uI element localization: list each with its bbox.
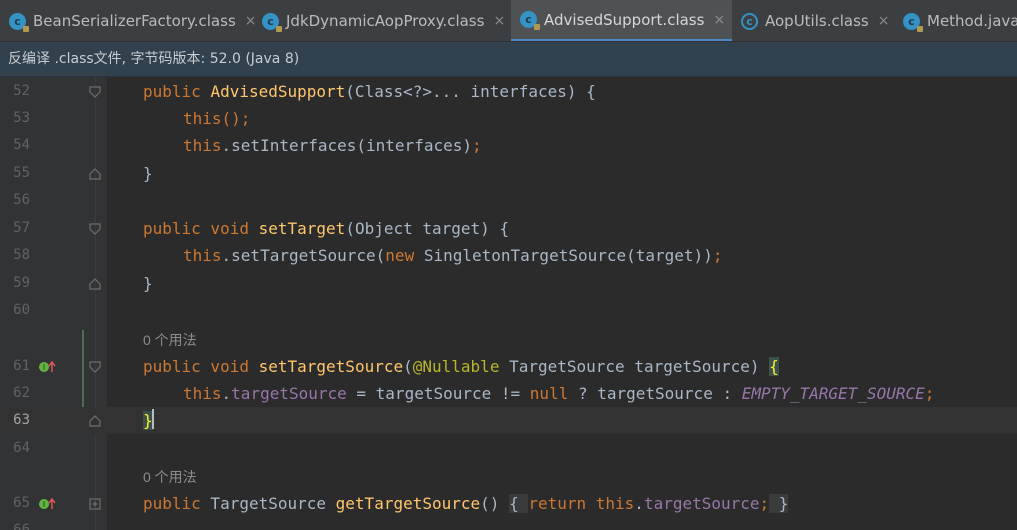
fold-close-icon[interactable] bbox=[89, 278, 101, 290]
code-text: this(); bbox=[183, 109, 251, 128]
code-line: 57 public void setTarget(Object target) … bbox=[0, 215, 1017, 242]
class-icon: c bbox=[520, 11, 540, 30]
close-icon[interactable]: × bbox=[713, 12, 725, 28]
usage-hint[interactable]: 0 个用法 bbox=[143, 467, 197, 487]
code-text: this.targetSource = targetSource != null… bbox=[183, 384, 935, 403]
code-text: this.setInterfaces(interfaces); bbox=[183, 136, 482, 155]
tab-label: BeanSerializerFactory.class bbox=[33, 12, 236, 30]
usage-hint[interactable]: 0 个用法 bbox=[143, 330, 197, 350]
line-number: 64 bbox=[13, 440, 30, 456]
code-line: 66 bbox=[0, 517, 1017, 530]
code-line: 58 this.setTargetSource(new SingletonTar… bbox=[0, 242, 1017, 269]
editor-tab-bar: c BeanSerializerFactory.class × c JdkDyn… bbox=[0, 0, 1017, 42]
banner-text: 反编译 .class文件, 字节码版本: 52.0 (Java 8) bbox=[8, 51, 300, 67]
code-line: 62 this.targetSource = targetSource != n… bbox=[0, 380, 1017, 407]
line-number: 62 bbox=[13, 385, 30, 401]
code-text: public TargetSource getTargetSource() { … bbox=[143, 494, 789, 513]
code-line: 65 I public TargetSource getTargetSource… bbox=[0, 490, 1017, 517]
line-number: 65 bbox=[13, 495, 30, 511]
text-caret bbox=[152, 409, 154, 429]
fold-collapsed-icon[interactable] bbox=[89, 498, 101, 510]
line-number: 54 bbox=[13, 137, 30, 153]
fold-open-icon[interactable] bbox=[89, 86, 101, 98]
line-number: 58 bbox=[13, 247, 30, 263]
code-line: 53 this(); bbox=[0, 105, 1017, 132]
close-icon[interactable]: × bbox=[493, 13, 505, 29]
tab-label: AdvisedSupport.class bbox=[544, 10, 705, 29]
code-text: } bbox=[143, 164, 153, 183]
overrides-icon[interactable]: I bbox=[38, 496, 56, 510]
overrides-icon[interactable]: I bbox=[38, 359, 56, 373]
tab-label: JdkDynamicAopProxy.class bbox=[286, 12, 485, 30]
svg-text:I: I bbox=[43, 363, 45, 372]
code-text: public void setTarget(Object target) { bbox=[143, 219, 510, 238]
svg-text:I: I bbox=[43, 500, 45, 509]
tab-advised-support[interactable]: c AdvisedSupport.class × bbox=[511, 0, 732, 41]
tab-aop-utils[interactable]: c AopUtils.class × bbox=[732, 0, 894, 41]
line-number: 59 bbox=[13, 275, 30, 291]
abstract-class-icon: c bbox=[741, 12, 758, 30]
line-number: 53 bbox=[13, 110, 30, 126]
tab-jdk-dynamic-aop-proxy[interactable]: c JdkDynamicAopProxy.class × bbox=[253, 0, 511, 41]
code-line: 55 } bbox=[0, 160, 1017, 187]
line-number: 66 bbox=[13, 522, 30, 530]
class-icon: c bbox=[9, 12, 29, 32]
code-line: 54 this.setInterfaces(interfaces); bbox=[0, 132, 1017, 159]
code-text: this.setTargetSource(new SingletonTarget… bbox=[183, 246, 723, 265]
code-line: 61 I public void setTargetSource(@Nullab… bbox=[0, 353, 1017, 380]
code-text: public void setTargetSource(@Nullable Ta… bbox=[143, 357, 779, 376]
class-icon: c bbox=[903, 12, 923, 32]
code-line: 60 bbox=[0, 297, 1017, 324]
tab-label: Method.java bbox=[927, 12, 1017, 30]
code-text: } bbox=[143, 274, 153, 293]
tab-method-java[interactable]: c Method.java bbox=[894, 0, 1017, 41]
close-icon[interactable]: × bbox=[878, 13, 890, 29]
line-number: 52 bbox=[13, 83, 30, 99]
code-line: 56 bbox=[0, 187, 1017, 214]
code-line: 52 public AdvisedSupport(Class<?>... int… bbox=[0, 78, 1017, 105]
decompiled-info-banner: 反编译 .class文件, 字节码版本: 52.0 (Java 8) bbox=[0, 42, 1017, 77]
code-editor[interactable]: 52 public AdvisedSupport(Class<?>... int… bbox=[0, 77, 1017, 530]
fold-close-icon[interactable] bbox=[89, 415, 101, 427]
class-icon: c bbox=[262, 12, 282, 32]
tab-label: AopUtils.class bbox=[765, 12, 869, 30]
line-number: 63 bbox=[13, 412, 30, 428]
code-line: 59 } bbox=[0, 270, 1017, 297]
tab-bean-serializer-factory[interactable]: c BeanSerializerFactory.class × bbox=[0, 0, 257, 41]
fold-open-icon[interactable] bbox=[89, 223, 101, 235]
code-text: public AdvisedSupport(Class<?>... interf… bbox=[143, 82, 596, 101]
fold-open-icon[interactable] bbox=[89, 361, 101, 373]
line-number: 61 bbox=[13, 358, 30, 374]
code-line: 64 bbox=[0, 435, 1017, 462]
fold-close-icon[interactable] bbox=[89, 168, 101, 180]
line-number: 60 bbox=[13, 302, 30, 318]
line-number: 57 bbox=[13, 220, 30, 236]
line-number: 56 bbox=[13, 192, 30, 208]
line-number: 55 bbox=[13, 165, 30, 181]
